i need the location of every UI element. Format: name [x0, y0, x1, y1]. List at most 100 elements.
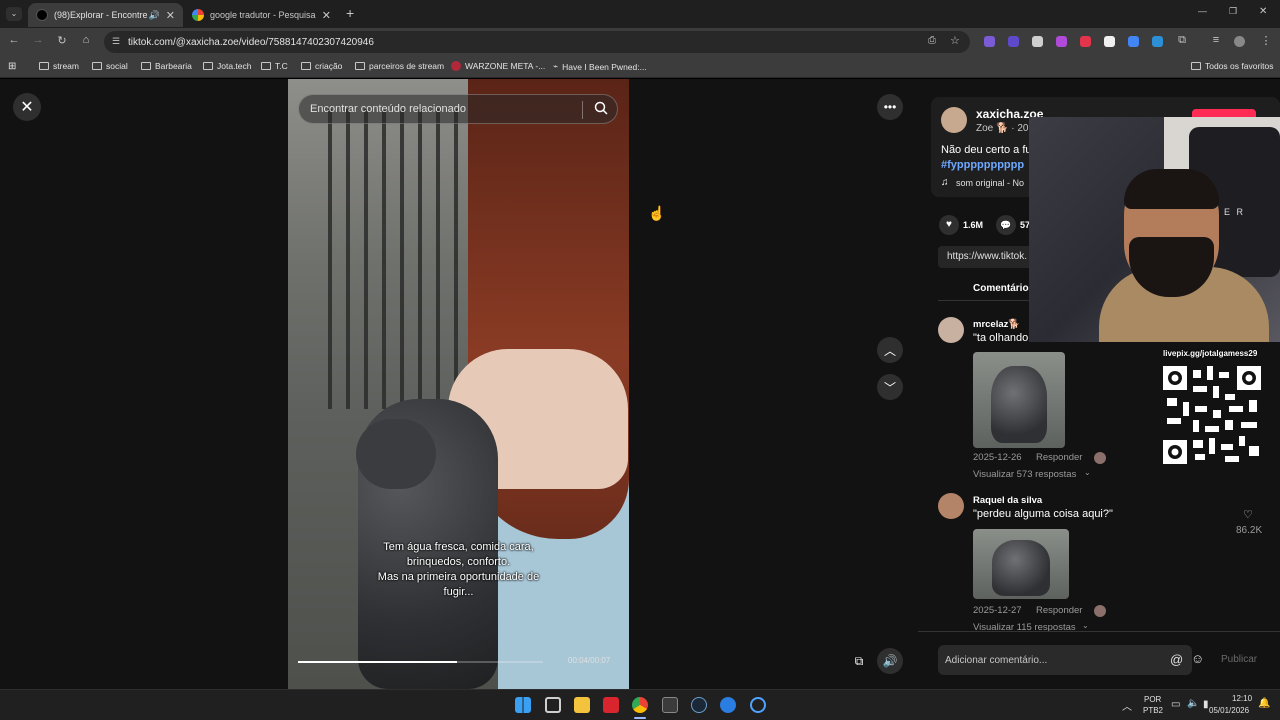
close-tab-icon[interactable]: ✕: [166, 9, 175, 22]
keyboard-language[interactable]: POR: [1144, 695, 1161, 704]
publish-button[interactable]: Publicar: [1221, 654, 1257, 665]
livepix-url: livepix.gg/jotalgamess29: [1163, 349, 1258, 358]
tab-google[interactable]: google tradutor - Pesquisa Goo ✕: [184, 3, 339, 27]
close-tab-icon[interactable]: ✕: [322, 9, 331, 22]
bookmark-stream[interactable]: stream: [39, 61, 79, 71]
extensions-puzzle-icon[interactable]: ⧉: [1174, 34, 1190, 47]
bookmark-star-icon[interactable]: ☆: [950, 34, 960, 47]
view-replies-button[interactable]: Visualizar 573 respostas: [973, 469, 1076, 480]
tab-search-chevron-icon[interactable]: ⌄: [6, 7, 22, 21]
profile-avatar-icon[interactable]: [1234, 36, 1245, 47]
speaker-icon[interactable]: 🔊: [149, 10, 160, 21]
extension-2-icon[interactable]: [1008, 36, 1019, 47]
author-avatar[interactable]: [941, 107, 967, 133]
bookmark-jotatech[interactable]: Jota.tech: [203, 61, 252, 71]
extension-1-icon[interactable]: [984, 36, 995, 47]
folder-icon: [301, 62, 311, 70]
bookmark-warzone[interactable]: WARZONE META -...: [451, 61, 545, 71]
close-icon: ✕: [20, 99, 34, 116]
previous-video-button[interactable]: ︿: [877, 337, 903, 363]
tab-tiktok[interactable]: (98)Explorar - Encontre seu 🔊 ✕: [28, 3, 183, 27]
creator-liked-icon: [1094, 605, 1106, 617]
network-icon[interactable]: ▭: [1171, 699, 1180, 710]
related-search-input[interactable]: Encontrar conteúdo relacionado: [298, 94, 618, 124]
reading-list-icon[interactable]: ≡: [1208, 34, 1224, 46]
app-dark-icon[interactable]: [662, 697, 678, 713]
close-window-button[interactable]: ✕: [1259, 6, 1267, 17]
site-info-icon[interactable]: ☰: [112, 36, 120, 47]
bookmark-tc[interactable]: T.C: [261, 61, 288, 71]
extension-5-icon[interactable]: [1080, 36, 1091, 47]
more-menu-icon[interactable]: ⋮: [1258, 34, 1274, 47]
reply-button[interactable]: Responder: [1036, 605, 1082, 616]
post-hashtag-link[interactable]: #fypppppppppp: [941, 159, 1024, 171]
steam-icon[interactable]: [691, 697, 707, 713]
extension-6-icon[interactable]: [1104, 36, 1115, 47]
home-icon[interactable]: ⌂: [78, 34, 94, 46]
reload-icon[interactable]: ↻: [54, 34, 70, 47]
comment-avatar[interactable]: [938, 493, 964, 519]
comment-username[interactable]: Raquel da silva: [973, 495, 1042, 506]
battery-icon[interactable]: ▮: [1203, 699, 1209, 710]
browser-tab-strip: ⌄ (98)Explorar - Encontre seu 🔊 ✕ google…: [0, 0, 1280, 28]
search-divider: [582, 101, 583, 119]
bookmark-social[interactable]: social: [92, 61, 128, 71]
emoji-icon[interactable]: ☺: [1191, 651, 1204, 666]
chevron-down-icon: ⌄: [1084, 468, 1091, 477]
comment-username[interactable]: mrcelaz🐕: [973, 319, 1020, 330]
task-view-icon[interactable]: [545, 697, 561, 713]
post-sound-link[interactable]: som original - No: [956, 178, 1024, 188]
tab-comments[interactable]: Comentários: [973, 283, 1034, 294]
comment-avatar[interactable]: [938, 317, 964, 343]
file-explorer-icon[interactable]: [574, 697, 590, 713]
video-player[interactable]: Tem água fresca, comida cara, brinquedos…: [288, 79, 629, 689]
mention-icon[interactable]: @: [1170, 652, 1183, 667]
restore-button[interactable]: ❐: [1229, 6, 1237, 17]
keyboard-layout[interactable]: PTB2: [1143, 706, 1163, 715]
clock-time[interactable]: 12:10: [1232, 694, 1252, 703]
picture-in-picture-button[interactable]: ⧉: [846, 648, 872, 674]
all-bookmarks[interactable]: Todos os favoritos: [1191, 61, 1274, 71]
new-tab-button[interactable]: +: [346, 5, 354, 21]
fence-bar: [418, 109, 422, 409]
bookmark-barbearia[interactable]: Barbearia: [141, 61, 192, 71]
app-blue-icon[interactable]: [720, 697, 736, 713]
extension-3-icon[interactable]: [1032, 36, 1043, 47]
comment-sticker-image[interactable]: [973, 529, 1069, 599]
back-icon[interactable]: ←: [6, 34, 22, 46]
volume-tray-icon[interactable]: 🔈: [1187, 698, 1199, 709]
more-options-button[interactable]: •••: [877, 94, 903, 120]
close-video-button[interactable]: ✕: [13, 93, 41, 121]
video-caption: Tem água fresca, comida cara, brinquedos…: [377, 541, 540, 598]
windows-start-icon[interactable]: [515, 697, 531, 713]
volume-button[interactable]: 🔊: [877, 648, 903, 674]
video-progress-bar[interactable]: [298, 661, 543, 663]
notifications-icon[interactable]: 🔔: [1258, 698, 1270, 709]
app-red-icon[interactable]: [603, 697, 619, 713]
dog-sticker-shape: [991, 366, 1047, 444]
address-bar[interactable]: ☰ tiktok.com/@xaxicha.zoe/video/75881474…: [104, 31, 970, 53]
next-video-button[interactable]: ﹀: [877, 374, 903, 400]
search-icon[interactable]: [594, 101, 608, 115]
bookmark-criacao[interactable]: criação: [301, 61, 342, 71]
chrome-icon[interactable]: [632, 697, 648, 713]
fence-bar: [436, 109, 440, 409]
install-app-icon[interactable]: ⎙: [928, 35, 936, 46]
comment-button[interactable]: 💬: [996, 215, 1016, 235]
comment-like-icon[interactable]: ♡: [1243, 508, 1253, 521]
add-comment-input[interactable]: Adicionar comentário... @ ☺: [938, 645, 1204, 675]
bookmark-hibp[interactable]: ⌁ Have I Been Pwned:...: [553, 61, 647, 72]
bookmark-parceiros[interactable]: parceiros de stream: [355, 61, 444, 71]
minimize-button[interactable]: —: [1198, 6, 1207, 16]
show-hidden-icons-icon[interactable]: ︿: [1122, 698, 1132, 713]
extension-7-icon[interactable]: [1128, 36, 1139, 47]
extension-8-icon[interactable]: [1152, 36, 1163, 47]
forward-icon[interactable]: →: [30, 34, 46, 46]
search-app-icon[interactable]: [750, 697, 766, 713]
clock-date[interactable]: 05/01/2026: [1209, 706, 1249, 715]
comment-sticker-image[interactable]: [973, 352, 1065, 448]
apps-grid-icon[interactable]: ⊞: [8, 61, 16, 72]
like-button[interactable]: ♥: [939, 215, 959, 235]
reply-button[interactable]: Responder: [1036, 452, 1082, 463]
extension-4-icon[interactable]: [1056, 36, 1067, 47]
